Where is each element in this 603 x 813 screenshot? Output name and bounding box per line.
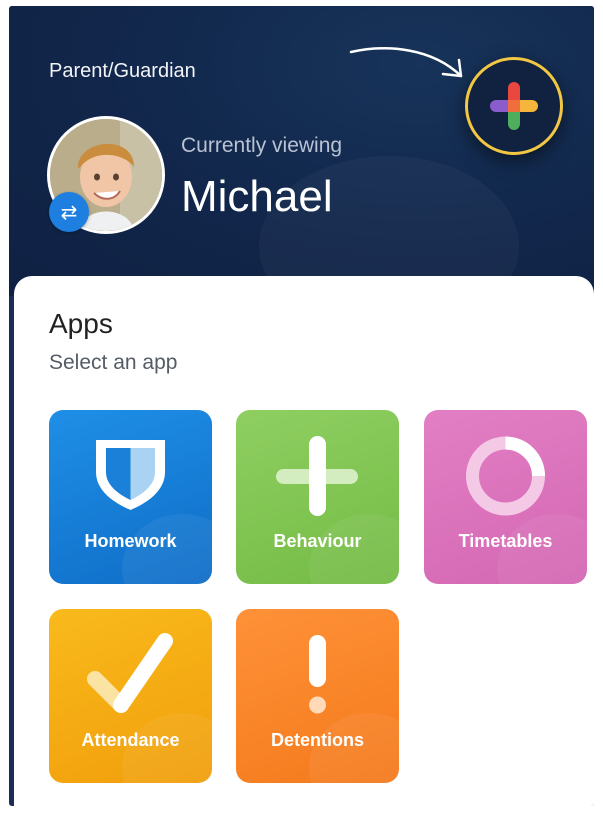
app-tile-attendance[interactable]: Attendance	[49, 609, 212, 783]
shield-icon	[96, 440, 165, 510]
add-app-button[interactable]	[465, 57, 563, 155]
child-avatar-container[interactable]: ⇄	[47, 116, 165, 234]
currently-viewing-label: Currently viewing	[181, 134, 343, 157]
app-tile-behaviour[interactable]: Behaviour	[236, 410, 399, 584]
app-tile-homework[interactable]: Homework	[49, 410, 212, 584]
donut-icon	[466, 436, 545, 516]
app-label: Timetables	[458, 531, 553, 551]
app-screen: Parent/Guardian ⇄ Currently viewing Mich…	[9, 6, 594, 806]
app-label: Detentions	[270, 730, 364, 750]
apps-title: Apps	[49, 308, 113, 339]
switch-child-icon[interactable]: ⇄	[49, 192, 89, 232]
app-tile-detentions[interactable]: Detentions	[236, 609, 399, 783]
arrow-hint-icon	[349, 47, 463, 78]
exclamation-icon	[309, 635, 326, 714]
child-name: Michael	[181, 172, 333, 221]
app-label: Behaviour	[273, 531, 362, 551]
role-label: Parent/Guardian	[49, 60, 196, 82]
header: Parent/Guardian ⇄ Currently viewing Mich…	[9, 6, 594, 296]
plus-icon	[276, 436, 358, 516]
apps-card: Apps Select an app Homework Behaviour Ti…	[14, 276, 594, 806]
checkmark-icon	[87, 633, 173, 713]
app-tile-timetables[interactable]: Timetables	[424, 410, 587, 584]
colorful-plus-icon	[490, 82, 538, 130]
app-label: Homework	[84, 531, 177, 551]
app-label: Attendance	[81, 730, 180, 750]
apps-subtitle: Select an app	[49, 351, 178, 374]
